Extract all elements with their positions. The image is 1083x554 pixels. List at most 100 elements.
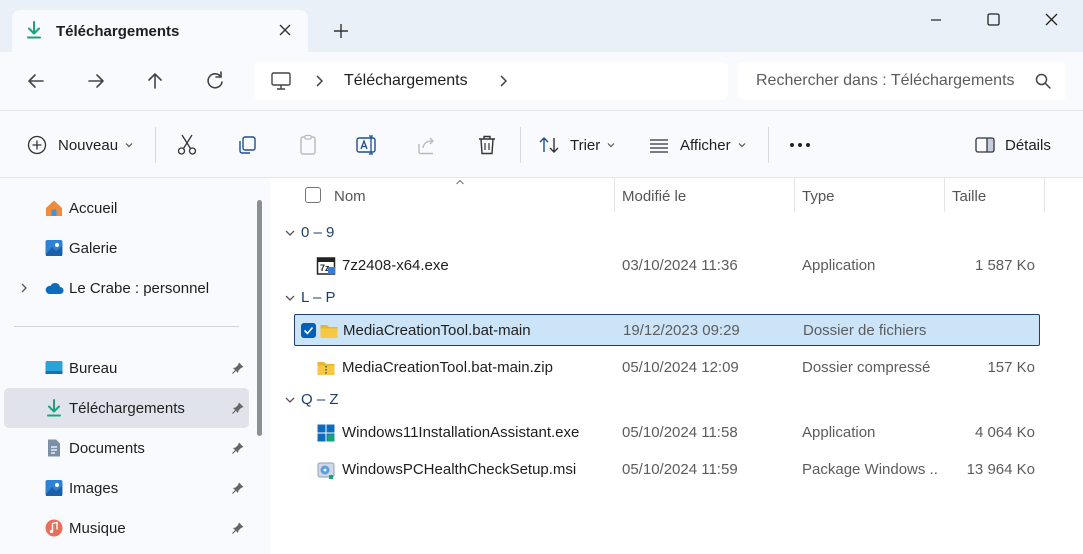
sidebar-item-pictures[interactable]: Images <box>4 468 249 508</box>
breadcrumb-downloads[interactable]: Téléchargements <box>344 72 468 90</box>
sidebar-item-label: Galerie <box>69 240 118 257</box>
file-date: 03/10/2024 11:36 <box>622 257 738 274</box>
file-name: MediaCreationTool.bat-main.zip <box>342 359 553 376</box>
view-label: Afficher <box>680 136 731 154</box>
sidebar-item-home[interactable]: Accueil <box>4 188 249 228</box>
select-all-checkbox[interactable] <box>305 187 321 203</box>
chevron-right-icon[interactable] <box>496 71 510 91</box>
sidebar-item-label: Musique <box>69 520 126 537</box>
sidebar-item-downloads[interactable]: Téléchargements <box>4 388 249 428</box>
sidebar-item-gallery[interactable]: Galerie <box>4 228 249 268</box>
folder-icon <box>320 325 338 338</box>
chevron-down-icon <box>285 397 295 403</box>
tab-title: Téléchargements <box>56 23 180 40</box>
new-tab-icon[interactable] <box>330 20 352 42</box>
documents-icon <box>48 439 60 457</box>
maximize-icon[interactable] <box>973 8 1013 32</box>
search-box[interactable]: Rechercher dans : Téléchargements <box>738 62 1066 100</box>
new-label: Nouveau <box>58 136 119 154</box>
sidebar-item-label: Bureau <box>69 360 118 377</box>
more-options-icon[interactable] <box>788 133 812 157</box>
new-button[interactable]: Nouveau <box>26 133 134 157</box>
chevron-right-icon[interactable] <box>18 281 30 295</box>
search-input[interactable]: Rechercher dans : Téléchargements <box>756 72 1014 90</box>
column-divider[interactable] <box>1044 178 1045 212</box>
file-type: Package Windows ... <box>802 461 938 478</box>
sidebar-item-label: Le Crabe : personnel <box>69 280 210 297</box>
file-name: Windows11InstallationAssistant.exe <box>342 424 580 441</box>
column-modified[interactable]: Modifié le <box>622 188 686 205</box>
msi-installer-icon <box>317 462 335 479</box>
paste-icon[interactable] <box>296 133 320 157</box>
table-row[interactable]: WindowsPCHealthCheckSetup.msi 05/10/2024… <box>294 454 1040 486</box>
this-pc-icon[interactable] <box>270 71 292 91</box>
sort-label: Trier <box>570 136 601 154</box>
sidebar-item-label: Images <box>69 480 119 497</box>
file-type: Dossier compressé <box>802 359 931 376</box>
close-tab-icon[interactable] <box>276 21 294 39</box>
pin-icon[interactable] <box>231 441 245 455</box>
pin-icon[interactable] <box>231 521 245 535</box>
column-divider[interactable] <box>794 178 795 212</box>
group-header[interactable]: 0 – 9 <box>270 220 1083 248</box>
details-button[interactable]: Détails <box>974 133 1051 157</box>
download-icon <box>47 399 61 417</box>
chevron-down-icon <box>607 143 615 148</box>
chevron-right-icon[interactable] <box>312 71 326 91</box>
group-header[interactable]: L – P <box>270 285 1083 313</box>
file-date: 05/10/2024 11:58 <box>622 424 738 441</box>
sort-button[interactable]: Trier <box>538 133 616 157</box>
cut-icon[interactable] <box>175 133 199 157</box>
back-arrow-icon[interactable] <box>24 69 48 93</box>
address-row: Téléchargements Rechercher dans : Téléch… <box>0 52 1083 110</box>
file-type: Application <box>802 257 876 274</box>
copy-icon[interactable] <box>235 133 259 157</box>
refresh-icon[interactable] <box>203 69 227 93</box>
toolbar-divider <box>768 127 769 163</box>
column-divider[interactable] <box>944 178 945 212</box>
pin-icon[interactable] <box>231 361 245 375</box>
group-label: L – P <box>301 289 336 306</box>
file-name: MediaCreationTool.bat-main <box>343 322 531 339</box>
sidebar-item-onedrive[interactable]: Le Crabe : personnel <box>4 268 249 308</box>
sort-icon <box>539 137 559 153</box>
tab-downloads[interactable]: Téléchargements <box>12 10 308 52</box>
group-label: 0 – 9 <box>301 224 335 241</box>
pin-icon[interactable] <box>231 401 245 415</box>
group-header[interactable]: Q – Z <box>270 387 1083 415</box>
address-bar[interactable]: Téléchargements <box>254 62 728 100</box>
view-button[interactable]: Afficher <box>648 133 747 157</box>
column-name[interactable]: Nom <box>334 188 366 205</box>
trash-icon[interactable] <box>475 133 499 157</box>
minimize-icon[interactable] <box>916 8 956 32</box>
sidebar-item-documents[interactable]: Documents <box>4 428 249 468</box>
title-bar: Téléchargements <box>0 0 1083 52</box>
sidebar-item-music[interactable]: Musique <box>4 508 249 548</box>
search-icon[interactable] <box>1034 72 1052 90</box>
share-icon[interactable] <box>415 133 439 157</box>
file-type: Application <box>802 424 876 441</box>
row-checkbox-checked[interactable] <box>301 323 316 338</box>
pin-icon[interactable] <box>231 481 245 495</box>
music-icon <box>45 519 63 537</box>
table-row[interactable]: 7z 7z2408-x64.exe 03/10/2024 11:36 Appli… <box>294 250 1040 282</box>
group-label: Q – Z <box>301 391 339 408</box>
table-row[interactable]: MediaCreationTool.bat-main.zip 05/10/202… <box>294 352 1040 384</box>
column-type[interactable]: Type <box>802 188 835 205</box>
file-name: 7z2408-x64.exe <box>342 257 449 274</box>
sidebar-scroll-thumb[interactable] <box>257 200 262 436</box>
close-window-icon[interactable] <box>1031 8 1071 32</box>
chevron-down-icon <box>125 143 133 148</box>
chevron-down-icon <box>285 230 295 236</box>
column-divider[interactable] <box>614 178 615 212</box>
zip-folder-icon <box>317 362 335 375</box>
table-row[interactable]: Windows11InstallationAssistant.exe 05/10… <box>294 417 1040 449</box>
sidebar-item-desktop[interactable]: Bureau <box>4 348 249 388</box>
column-size[interactable]: Taille <box>952 188 986 205</box>
table-row-selected[interactable]: MediaCreationTool.bat-main 19/12/2023 09… <box>294 314 1040 346</box>
up-arrow-icon[interactable] <box>143 69 167 93</box>
toolbar-divider <box>520 127 521 163</box>
sidebar-item-label: Documents <box>69 440 145 457</box>
rename-icon[interactable] <box>355 133 379 157</box>
forward-arrow-icon[interactable] <box>84 69 108 93</box>
